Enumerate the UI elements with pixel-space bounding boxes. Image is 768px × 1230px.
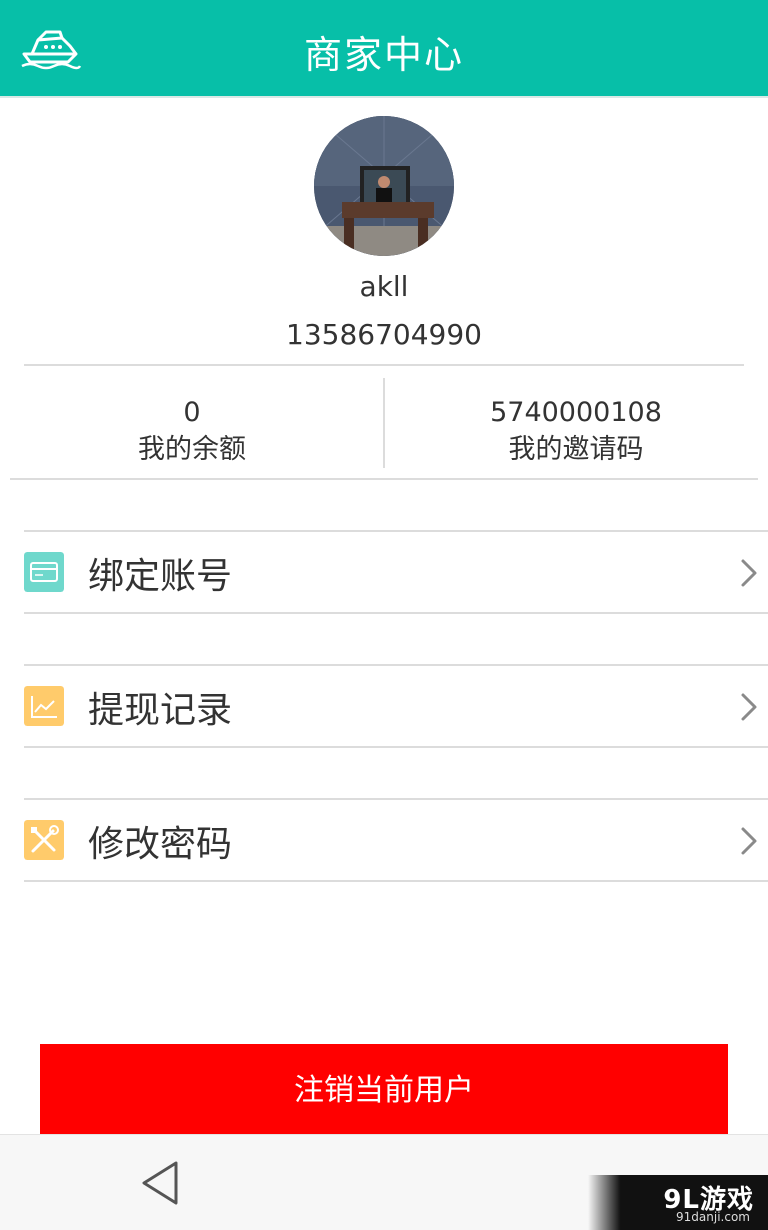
menu-item-withdraw-records[interactable]: 提现记录 (24, 664, 768, 748)
invite-code-value: 5740000108 (490, 397, 662, 428)
logout-button[interactable]: 注销当前用户 (40, 1044, 728, 1138)
invite-code-label: 我的邀请码 (508, 434, 644, 465)
chart-icon (24, 686, 64, 726)
chevron-right-icon (741, 693, 757, 721)
back-icon[interactable] (138, 1159, 182, 1207)
avatar-photo (314, 116, 454, 256)
page-title: 商家中心 (303, 33, 464, 77)
invite-code-stat[interactable]: 5740000108 我的邀请码 (384, 396, 768, 470)
username: akll (359, 270, 409, 303)
balance-value: 0 (183, 397, 201, 428)
chevron-right-icon (741, 559, 757, 587)
balance-label: 我的余额 (138, 434, 246, 465)
watermark: 9L游戏 91danji.com (588, 1175, 768, 1230)
menu-item-change-password[interactable]: 修改密码 (24, 798, 768, 882)
app-header: 商家中心 (0, 0, 768, 98)
menu-item-label: 修改密码 (88, 824, 233, 865)
menu-item-label: 绑定账号 (88, 556, 233, 597)
menu-item-bind-account[interactable]: 绑定账号 (24, 530, 768, 614)
divider (24, 364, 744, 366)
card-icon (24, 552, 64, 592)
balance-stat[interactable]: 0 我的余额 (0, 396, 384, 470)
phone-number: 13586704990 (286, 318, 482, 351)
tools-icon (24, 820, 64, 860)
watermark-site: 91danji.com (676, 1210, 750, 1224)
divider (10, 478, 758, 480)
chevron-right-icon (741, 827, 757, 855)
avatar[interactable] (314, 116, 454, 256)
menu-item-label: 提现记录 (88, 690, 233, 731)
